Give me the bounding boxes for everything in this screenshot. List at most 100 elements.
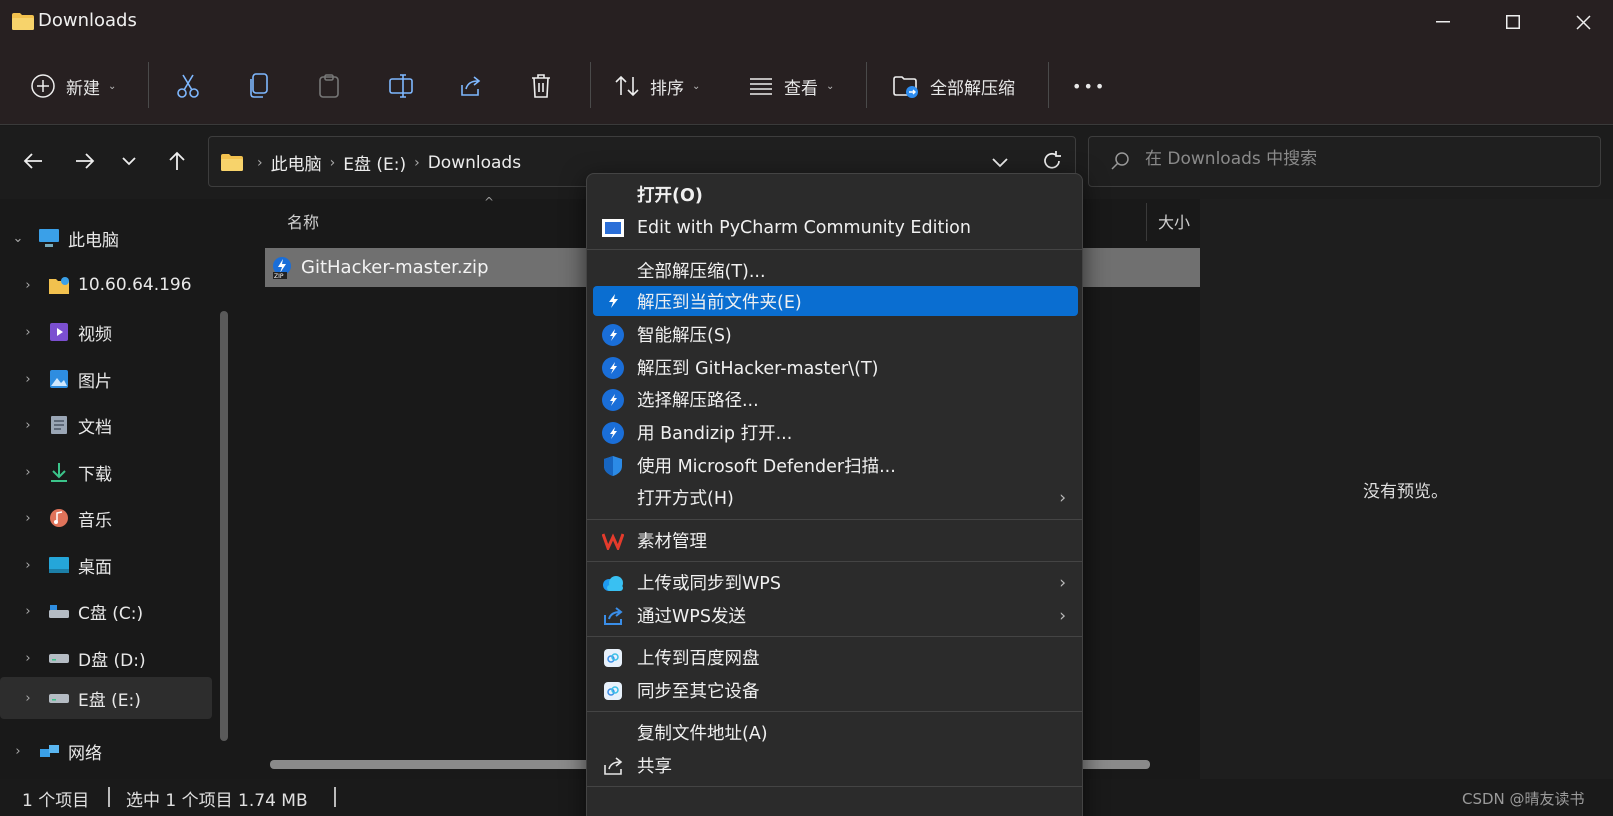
- cut-button[interactable]: [176, 66, 200, 106]
- paste-button[interactable]: [318, 66, 340, 106]
- sidebar-item-drive-d[interactable]: › D盘 (D:): [0, 637, 210, 679]
- menu-item-open-with[interactable]: 打开方式(H) ›: [593, 481, 1078, 514]
- menu-item-copy-path[interactable]: 复制文件地址(A): [593, 716, 1078, 749]
- chevron-right-icon[interactable]: ›: [10, 418, 46, 433]
- sidebar-item-drive-e[interactable]: › E盘 (E:): [0, 677, 212, 719]
- copy-button[interactable]: [248, 66, 270, 106]
- chevron-right-icon[interactable]: ›: [10, 372, 46, 387]
- menu-item-label: 解压到当前文件夹(E): [637, 292, 802, 313]
- search-box[interactable]: [1088, 136, 1601, 187]
- sort-button[interactable]: 排序 ⌄: [614, 66, 700, 106]
- menu-item-baidu-upload[interactable]: 上传到百度网盘: [593, 641, 1078, 674]
- more-options-button[interactable]: •••: [1072, 66, 1106, 106]
- menu-item-share[interactable]: 共享: [593, 749, 1078, 782]
- new-button[interactable]: 新建 ⌄: [30, 66, 116, 106]
- sidebar-item-videos[interactable]: › 视频: [0, 311, 210, 353]
- drive-icon: [46, 647, 72, 669]
- back-button[interactable]: [18, 146, 48, 176]
- menu-item-asset-manager[interactable]: 素材管理: [593, 524, 1078, 557]
- chevron-right-icon[interactable]: ›: [0, 744, 36, 759]
- view-button[interactable]: 查看 ⌄: [748, 66, 834, 106]
- delete-button[interactable]: [530, 66, 552, 106]
- address-dropdown-button[interactable]: [991, 154, 1009, 173]
- menu-item-label: 智能解压(S): [637, 326, 732, 346]
- chevron-right-icon: ›: [257, 154, 263, 171]
- share-icon: [601, 754, 625, 778]
- zip-file-icon: ZIP: [271, 256, 293, 280]
- copy-icon: [250, 73, 268, 98]
- share-button[interactable]: [458, 66, 484, 106]
- menu-item-label: 上传到百度网盘: [637, 649, 760, 669]
- menu-item-open[interactable]: 打开(O): [593, 178, 1078, 211]
- sidebar-item-network[interactable]: › 网络: [0, 735, 210, 767]
- context-menu: 打开(O) Edit with PyCharm Community Editio…: [586, 173, 1083, 816]
- sidebar-item-music[interactable]: › 音乐: [0, 497, 210, 539]
- column-header-name[interactable]: 名称: [287, 209, 319, 233]
- forward-button[interactable]: [70, 146, 100, 176]
- close-button[interactable]: [1548, 0, 1613, 44]
- chevron-right-icon[interactable]: ›: [10, 651, 46, 666]
- file-name: GitHacker-master.zip: [301, 257, 489, 278]
- sidebar-item-downloads[interactable]: › 下载: [0, 451, 210, 493]
- chevron-down-icon: ⌄: [108, 80, 117, 92]
- menu-separator: [587, 519, 1082, 520]
- chevron-right-icon: ›: [1059, 572, 1066, 593]
- breadcrumb-item[interactable]: Downloads: [428, 153, 521, 173]
- menu-item-extract-to-folder[interactable]: 解压到 GitHacker-master\(T): [593, 351, 1078, 384]
- chevron-right-icon[interactable]: ›: [10, 604, 46, 619]
- search-input[interactable]: [1145, 149, 1575, 169]
- chevron-right-icon[interactable]: ›: [10, 511, 46, 526]
- view-list-icon: [750, 78, 772, 95]
- menu-item-extract-all[interactable]: 全部解压缩(T)...: [593, 254, 1078, 287]
- bandizip-icon: [601, 356, 625, 380]
- up-button[interactable]: [162, 146, 192, 176]
- breadcrumb-item[interactable]: E盘 (E:): [343, 150, 406, 175]
- chevron-down-icon: [992, 158, 1008, 168]
- recent-locations-button[interactable]: [114, 146, 144, 176]
- close-icon: [1575, 14, 1591, 30]
- sidebar-item-this-pc[interactable]: ⌄ 此电脑: [0, 217, 210, 259]
- breadcrumb-item[interactable]: 此电脑: [271, 150, 322, 175]
- menu-item-edit-pycharm[interactable]: Edit with PyCharm Community Edition: [593, 211, 1078, 244]
- sidebar-item-label: 文档: [78, 417, 112, 438]
- status-divider: [334, 787, 336, 807]
- menu-item-extract-here[interactable]: 解压到当前文件夹(E): [593, 286, 1078, 316]
- menu-item-upload-wps[interactable]: 上传或同步到WPS ›: [593, 566, 1078, 599]
- sidebar-item-drive-c[interactable]: › C盘 (C:): [0, 590, 210, 632]
- maximize-button[interactable]: [1478, 0, 1548, 44]
- menu-item-choose-path[interactable]: 选择解压路径...: [593, 383, 1078, 416]
- column-header-size[interactable]: 大小: [1158, 209, 1190, 233]
- menu-item-send-wps[interactable]: 通过WPS发送 ›: [593, 599, 1078, 632]
- cloud-icon: [601, 571, 625, 595]
- chevron-down-icon[interactable]: ⌄: [0, 231, 36, 246]
- sort-label: 排序: [650, 78, 684, 99]
- svg-text:ZIP: ZIP: [274, 273, 284, 280]
- music-icon: [46, 507, 72, 529]
- chevron-right-icon: ›: [414, 154, 420, 171]
- sidebar-item-network-share[interactable]: › 10.60.64.196: [0, 264, 210, 306]
- sidebar-item-documents[interactable]: › 文档: [0, 404, 210, 446]
- menu-item-open-bandizip[interactable]: 用 Bandizip 打开...: [593, 416, 1078, 449]
- column-divider[interactable]: [1146, 203, 1147, 241]
- menu-item-smart-extract[interactable]: 智能解压(S): [593, 318, 1078, 351]
- chevron-right-icon[interactable]: ›: [10, 465, 46, 480]
- minimize-button[interactable]: [1408, 0, 1478, 44]
- sidebar-item-pictures[interactable]: › 图片: [0, 358, 210, 400]
- rename-button[interactable]: [388, 66, 414, 106]
- baidu-cloud-icon: [601, 679, 625, 703]
- sort-icon: [615, 75, 639, 97]
- network-folder-icon: [46, 274, 72, 296]
- menu-item-label: Edit with PyCharm Community Edition: [637, 217, 971, 238]
- wps-icon: [601, 529, 625, 553]
- bandizip-icon: [601, 323, 625, 347]
- chevron-right-icon[interactable]: ›: [10, 558, 46, 573]
- chevron-right-icon[interactable]: ›: [10, 278, 46, 293]
- chevron-right-icon[interactable]: ›: [10, 325, 46, 340]
- menu-item-defender-scan[interactable]: 使用 Microsoft Defender扫描...: [593, 449, 1078, 482]
- baidu-cloud-icon: [601, 646, 625, 670]
- sidebar-item-desktop[interactable]: › 桌面: [0, 544, 210, 586]
- menu-item-sync-devices[interactable]: 同步至其它设备: [593, 674, 1078, 707]
- sidebar-scrollbar[interactable]: [220, 311, 228, 741]
- chevron-right-icon[interactable]: ›: [10, 691, 46, 706]
- extract-all-button[interactable]: 全部解压缩: [892, 66, 1015, 106]
